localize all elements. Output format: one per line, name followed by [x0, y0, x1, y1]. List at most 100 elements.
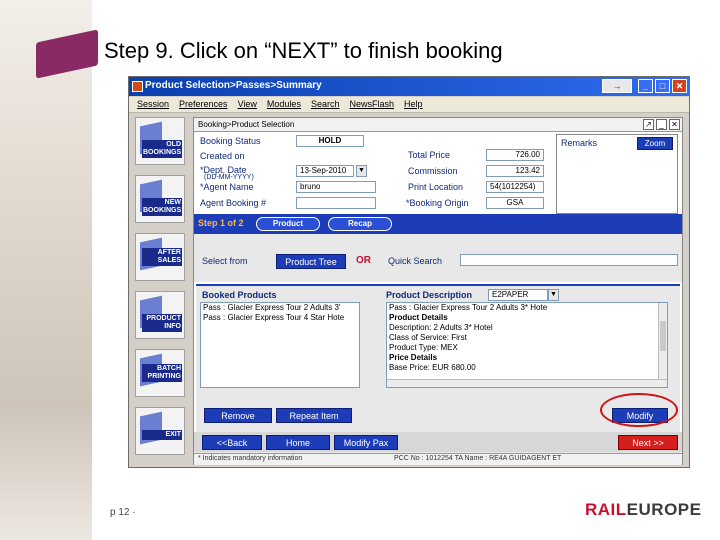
sidebar-item-old-bookings[interactable]: OLD BOOKINGS	[135, 117, 185, 165]
menu-modules[interactable]: Modules	[267, 99, 301, 112]
menu-view[interactable]: View	[238, 99, 257, 112]
quick-search-input[interactable]	[460, 254, 678, 266]
dept-date-picker-button[interactable]: ▼	[356, 165, 367, 177]
sidebar-item-label: BATCH PRINTING	[142, 364, 182, 382]
minimize-button[interactable]: _	[638, 79, 653, 93]
total-price-label: Total Price	[408, 150, 451, 160]
product-description-box[interactable]: Pass : Glacier Express Tour 2 Adults 3* …	[386, 302, 668, 388]
agent-booking-label: Agent Booking #	[200, 198, 267, 208]
product-select-row: Select from Product Tree OR Quick Search	[194, 234, 682, 282]
slide-title-step: Step 9.	[104, 38, 174, 63]
or-label: OR	[356, 255, 371, 266]
sidebar-item-product-info[interactable]: PRODUCT INFO	[135, 291, 185, 339]
remove-button[interactable]: Remove	[204, 408, 272, 423]
menu-session[interactable]: Session	[137, 99, 169, 112]
product-description-select[interactable]: E2PAPER	[488, 289, 548, 301]
panel-title: Booking>Product Selection	[198, 120, 295, 129]
description-line: Base Price: EUR 680.00	[389, 363, 476, 372]
menu-bar: Session Preferences View Modules Search …	[129, 97, 689, 113]
commission-value: 123.42	[486, 165, 544, 177]
sidebar-item-new-bookings[interactable]: NEW BOOKINGS	[135, 175, 185, 223]
description-line: Pass : Glacier Express Tour 2 Adults 3* …	[389, 303, 548, 312]
sidebar-item-batch-printing[interactable]: BATCH PRINTING	[135, 349, 185, 397]
dept-date-hint: (DD-MM-YYYY)	[204, 174, 254, 181]
page-number: p 12 ·	[110, 507, 136, 518]
agent-booking-field[interactable]	[296, 197, 376, 209]
print-location-field[interactable]: 54(1012254)	[486, 181, 544, 193]
commission-label: Commission	[408, 166, 458, 176]
raileurope-logo: RAILEUROPE	[585, 500, 701, 520]
product-description-label: Product Description	[386, 290, 473, 300]
booked-products-list[interactable]: Pass : Glacier Express Tour 2 Adults 3' …	[200, 302, 360, 388]
total-price-value: 726.00	[486, 149, 544, 161]
tab-product[interactable]: Product	[256, 217, 320, 231]
repeat-item-button[interactable]: Repeat Item	[276, 408, 352, 423]
print-location-label: Print Location	[408, 182, 464, 192]
close-button[interactable]: ✕	[672, 79, 687, 93]
status-right: PCC No : 1012254 TA Name : RE4A GUIDAGEN…	[394, 455, 562, 462]
sidebar-item-label: EXIT	[142, 430, 182, 440]
brand-rail: RAIL	[585, 500, 627, 519]
booking-origin-field[interactable]: GSA	[486, 197, 544, 209]
sidebar-item-after-sales[interactable]: AFTER SALES	[135, 233, 185, 281]
app-icon	[132, 81, 143, 92]
menu-newsflash[interactable]: NewsFlash	[349, 99, 394, 112]
description-line: Class of Service: First	[389, 333, 467, 342]
slide-title-text: Click on “NEXT” to finish booking	[179, 38, 503, 63]
sidebar-item-label: AFTER SALES	[142, 248, 182, 266]
modify-highlight-circle	[600, 393, 678, 427]
brand-europe: EUROPE	[626, 500, 702, 519]
booked-products-label: Booked Products	[202, 290, 277, 300]
vertical-scrollbar[interactable]	[658, 303, 667, 387]
slide-title: Step 9. Click on “NEXT” to finish bookin…	[104, 38, 503, 64]
booking-status-label: Booking Status	[200, 136, 261, 146]
chevron-down-icon[interactable]: ▼	[548, 289, 559, 301]
created-on-label: Created on	[200, 151, 245, 161]
panel-header: Booking>Product Selection ↗ _ ✕	[194, 118, 682, 132]
panel-close-button[interactable]: ✕	[669, 119, 680, 130]
menu-search[interactable]: Search	[311, 99, 340, 112]
next-button[interactable]: Next >>	[618, 435, 678, 450]
list-item[interactable]: Pass : Glacier Express Tour 4 Star Hote	[201, 313, 359, 323]
sidebar-item-label: PRODUCT INFO	[142, 314, 182, 332]
sidebar-item-exit[interactable]: EXIT	[135, 407, 185, 455]
expand-icon[interactable]: ↗	[643, 119, 654, 130]
description-line: Description: 2 Adults 3* Hotel	[389, 323, 493, 332]
status-left: * Indicates mandatory information	[198, 455, 303, 462]
window-title: Product Selection>Passes>Summary	[145, 80, 322, 91]
panel-minimize-button[interactable]: _	[656, 119, 667, 130]
background-photo	[0, 0, 92, 540]
horizontal-scrollbar[interactable]	[387, 379, 667, 387]
module-sidebar: OLD BOOKINGS NEW BOOKINGS AFTER SALES PR…	[135, 117, 187, 467]
agent-name-field[interactable]: bruno	[296, 181, 376, 193]
navigation-bar: <<Back Home Modify Pax Next >>	[194, 432, 682, 452]
booking-origin-label: *Booking Origin	[406, 198, 469, 208]
step-bar: Step 1 of 2 Product Recap	[194, 214, 682, 234]
menu-preferences[interactable]: Preferences	[179, 99, 228, 112]
sidebar-item-label: OLD BOOKINGS	[142, 140, 182, 158]
sidebar-item-label: NEW BOOKINGS	[142, 198, 182, 216]
agent-name-label: *Agent Name	[200, 182, 254, 192]
modify-pax-button[interactable]: Modify Pax	[334, 435, 398, 450]
booking-status-value: HOLD	[296, 135, 364, 147]
menu-help[interactable]: Help	[404, 99, 423, 112]
description-line: Price Details	[389, 353, 438, 362]
remarks-box[interactable]: Remarks Zoom	[556, 134, 678, 214]
home-button[interactable]: Home	[266, 435, 330, 450]
status-bar: * Indicates mandatory information PCC No…	[194, 453, 682, 465]
quick-search-label: Quick Search	[388, 256, 443, 266]
tab-recap[interactable]: Recap	[328, 217, 392, 231]
step-indicator: Step 1 of 2	[198, 218, 244, 228]
remarks-label: Remarks	[561, 138, 598, 148]
product-tree-button[interactable]: Product Tree	[276, 254, 346, 269]
zoom-button[interactable]: Zoom	[637, 137, 673, 150]
description-line: Product Details	[389, 313, 448, 322]
list-item[interactable]: Pass : Glacier Express Tour 2 Adults 3'	[201, 303, 359, 313]
select-from-label: Select from	[202, 256, 248, 266]
maximize-button[interactable]: □	[655, 79, 670, 93]
description-line: Product Type: MEX	[389, 343, 458, 352]
dept-date-field[interactable]: 13-Sep-2010	[296, 165, 354, 177]
window-titlebar[interactable]: Product Selection>Passes>Summary → _ □ ✕	[129, 77, 689, 96]
back-button[interactable]: <<Back	[202, 435, 262, 450]
redirect-arrow-icon[interactable]: →	[602, 79, 632, 93]
